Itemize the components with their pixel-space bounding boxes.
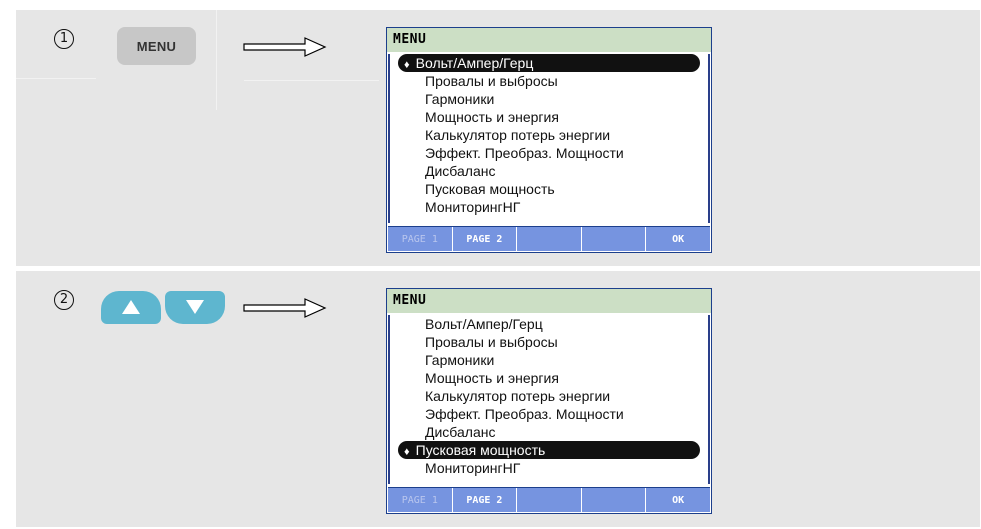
softkey-ok[interactable]: OK — [645, 227, 710, 251]
menu-item[interactable]: Эффект. Преобраз. Мощности — [390, 405, 708, 423]
menu-item-label: Провалы и выбросы — [425, 73, 558, 89]
softkey-page-1[interactable]: PAGE 1 — [388, 227, 452, 251]
right-arrow-icon — [243, 37, 327, 57]
menu-item-label: Эффект. Преобраз. Мощности — [425, 406, 624, 422]
menu-item[interactable]: Мощность и энергия — [390, 108, 708, 126]
screen-title: MENU — [387, 289, 711, 313]
softkey-3[interactable] — [516, 488, 581, 512]
panel-divider — [244, 80, 379, 81]
menu-key-button[interactable]: MENU — [117, 27, 196, 65]
screen-title: MENU — [387, 28, 711, 52]
menu-item[interactable]: Дисбаланс — [390, 423, 708, 441]
softkey-page-2[interactable]: PAGE 2 — [451, 227, 517, 251]
softkey-ok[interactable]: OK — [645, 488, 710, 512]
panel-divider — [216, 10, 217, 110]
menu-item[interactable]: Мощность и энергия — [390, 369, 708, 387]
down-arrow-icon — [186, 300, 204, 314]
menu-item[interactable]: ♦ Пусковая мощность — [398, 441, 700, 459]
softkey-bar: PAGE 1 PAGE 2 OK — [388, 226, 710, 251]
menu-item[interactable]: Калькулятор потерь энергии — [390, 126, 708, 144]
menu-item-label: Дисбаланс — [425, 424, 496, 440]
step-number: 1 — [54, 29, 74, 49]
menu-item-label: Гармоники — [425, 91, 495, 107]
menu-item-label: Провалы и выбросы — [425, 334, 558, 350]
menu-item[interactable]: Провалы и выбросы — [390, 72, 708, 90]
menu-item-label: Дисбаланс — [425, 163, 496, 179]
up-arrow-icon — [122, 300, 140, 314]
panel-divider — [16, 78, 96, 79]
softkey-page-1[interactable]: PAGE 1 — [388, 488, 452, 512]
right-arrow-icon — [243, 298, 327, 318]
step-2-panel: 2 MENU Вольт/Ампер/Герц Провалы и выброс… — [16, 271, 980, 527]
menu-item-label: Калькулятор потерь энергии — [425, 127, 611, 143]
menu-item[interactable]: Пусковая мощность — [390, 180, 708, 198]
menu-item-label: МониторингНГ — [425, 199, 521, 215]
menu-item[interactable]: Гармоники — [390, 90, 708, 108]
menu-screen: MENU ♦ Вольт/Ампер/Герц Провалы и выбросы… — [386, 27, 712, 253]
menu-item-label: Вольт/Ампер/Герц — [425, 316, 543, 332]
menu-item-label: Калькулятор потерь энергии — [425, 388, 611, 404]
down-key-button[interactable] — [165, 291, 225, 324]
menu-item[interactable]: Дисбаланс — [390, 162, 708, 180]
softkey-bar: PAGE 1 PAGE 2 OK — [388, 487, 710, 512]
menu-item-label: Мощность и энергия — [425, 370, 559, 386]
menu-item[interactable]: ♦ Вольт/Ампер/Герц — [398, 54, 700, 72]
menu-item[interactable]: Провалы и выбросы — [390, 333, 708, 351]
softkey-3[interactable] — [516, 227, 581, 251]
menu-item[interactable]: Вольт/Ампер/Герц — [390, 315, 708, 333]
menu-item[interactable]: Калькулятор потерь энергии — [390, 387, 708, 405]
step-1-panel: 1 MENU MENU ♦ Вольт/Ампер/Герц Провалы и … — [16, 10, 980, 266]
menu-item-label: Гармоники — [425, 352, 495, 368]
menu-item-label: Пусковая мощность — [425, 181, 555, 197]
menu-item-label: МониторингНГ — [425, 460, 521, 476]
menu-item[interactable]: Эффект. Преобраз. Мощности — [390, 144, 708, 162]
softkey-4[interactable] — [580, 227, 646, 251]
softkey-page-2[interactable]: PAGE 2 — [451, 488, 517, 512]
menu-item[interactable]: Гармоники — [390, 351, 708, 369]
menu-item-label: Мощность и энергия — [425, 109, 559, 125]
step-number: 2 — [54, 290, 74, 310]
menu-item[interactable]: МониторингНГ — [390, 198, 708, 216]
menu-list: Вольт/Ампер/Герц Провалы и выбросы Гармо… — [388, 315, 710, 484]
menu-list: ♦ Вольт/Ампер/Герц Провалы и выбросы Гарм… — [388, 54, 710, 223]
up-key-button[interactable] — [101, 291, 161, 324]
menu-item[interactable]: МониторингНГ — [390, 459, 708, 477]
menu-screen: MENU Вольт/Ампер/Герц Провалы и выбросы … — [386, 288, 712, 514]
menu-item-label: Пусковая мощность — [415, 442, 546, 458]
softkey-4[interactable] — [580, 488, 646, 512]
menu-item-label: Вольт/Ампер/Герц — [415, 55, 534, 71]
menu-item-label: Эффект. Преобраз. Мощности — [425, 145, 624, 161]
